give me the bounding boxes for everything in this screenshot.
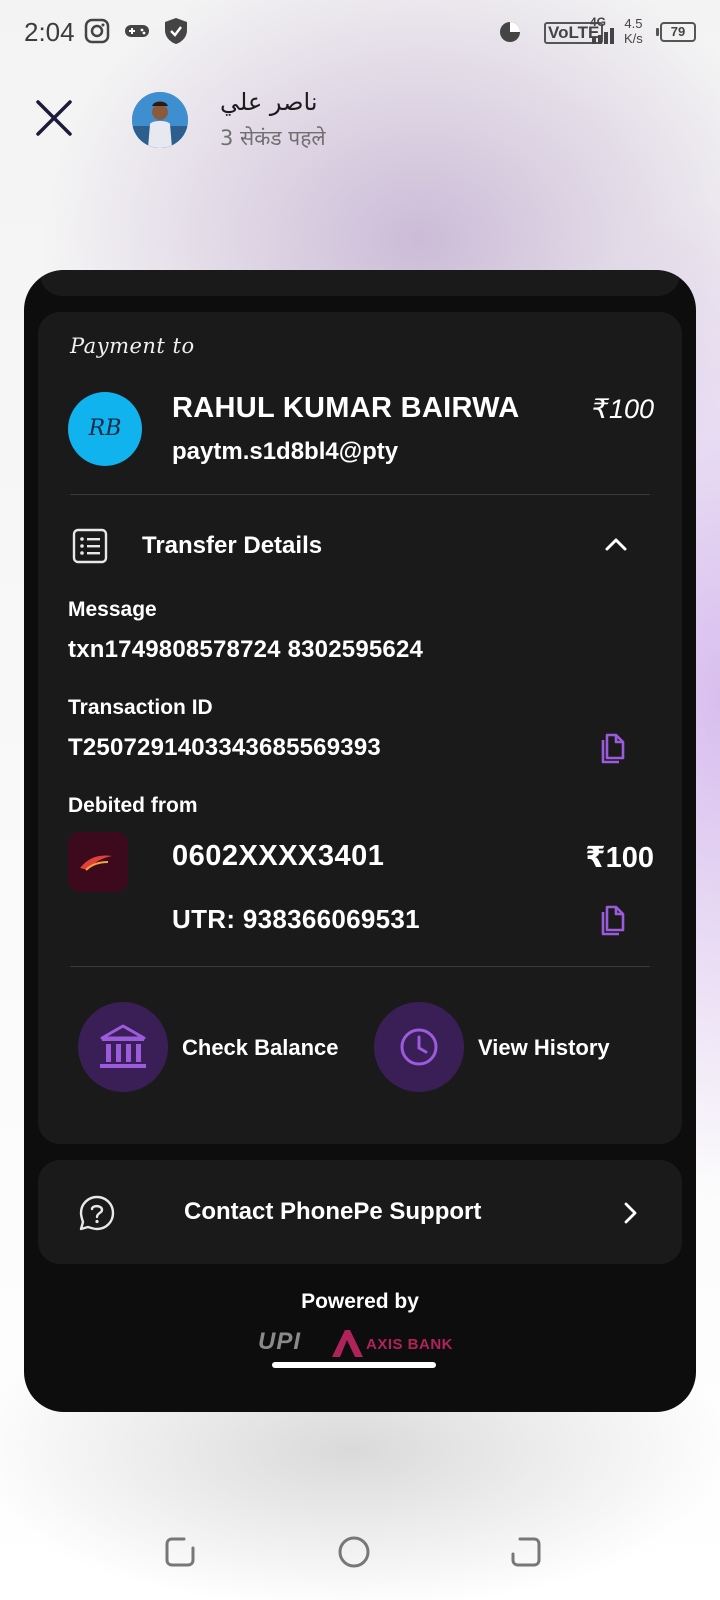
help-icon: [79, 1195, 115, 1231]
contact-support-label: Contact PhonePe Support: [184, 1198, 482, 1225]
card-top-band: [40, 270, 680, 296]
upi-logo: UPI: [258, 1328, 302, 1355]
list-icon: [72, 528, 108, 564]
transaction-id-label: Transaction ID: [68, 696, 213, 719]
divider: [70, 966, 650, 967]
check-balance-label[interactable]: Check Balance: [182, 1035, 339, 1061]
debited-from-label: Debited from: [68, 794, 198, 817]
sender-name: ناصر علي: [220, 88, 318, 116]
back-icon[interactable]: [508, 1534, 544, 1570]
network-generation: 4G: [590, 15, 607, 29]
view-history-button[interactable]: [374, 1002, 464, 1092]
message-value: txn1749808578724 8302595624: [68, 636, 424, 663]
utr-number: UTR: 938366069531: [172, 904, 420, 934]
axis-bank-logo-icon: [332, 1330, 363, 1357]
copy-icon[interactable]: [598, 904, 628, 936]
transaction-id-value: T2507291403343685569393: [68, 734, 381, 761]
payment-to-label: Payment to: [70, 334, 195, 358]
shield-icon: [165, 18, 187, 44]
payee-upi-id: paytm.s1d8bl4@pty: [172, 438, 399, 465]
payment-card: Payment to RB RAHUL KUMAR BAIRWA ₹100 pa…: [24, 270, 696, 1412]
account-number: 0602XXXX3401: [172, 840, 385, 872]
instagram-icon: [84, 18, 110, 44]
payee-name: RAHUL KUMAR BAIRWA: [172, 392, 520, 424]
sender-photo: [132, 92, 188, 148]
sender-avatar: [132, 92, 188, 148]
status-time: 2:04: [24, 17, 75, 47]
payment-panel: Payment to RB RAHUL KUMAR BAIRWA ₹100 pa…: [38, 312, 682, 1144]
status-bar: 2:04 VoLTE 4G 4.5 K/s 79: [0, 0, 720, 64]
bank-logo: [68, 832, 128, 892]
debited-amount: ₹100: [585, 842, 654, 874]
divider: [70, 494, 650, 495]
transfer-details-title[interactable]: Transfer Details: [142, 532, 322, 560]
gamepad-icon: [125, 25, 149, 37]
bank-icon: [100, 1024, 146, 1068]
battery-indicator: 79: [656, 22, 696, 42]
payee-amount: ₹100: [591, 394, 654, 424]
home-icon[interactable]: [336, 1534, 372, 1570]
home-indicator[interactable]: [272, 1362, 436, 1368]
bank-logo-mark: [80, 855, 112, 871]
check-balance-button[interactable]: [78, 1002, 168, 1092]
contact-support-row[interactable]: Contact PhonePe Support: [38, 1160, 682, 1264]
clock-icon: [400, 1028, 438, 1066]
view-history-label[interactable]: View History: [478, 1035, 610, 1061]
payee-avatar: RB: [68, 392, 142, 466]
chevron-right-icon: [624, 1202, 637, 1224]
powered-by-label: Powered by: [301, 1290, 419, 1313]
close-icon[interactable]: [32, 96, 76, 140]
message-label: Message: [68, 598, 157, 621]
network-speed: 4.5 K/s: [624, 16, 643, 46]
axis-bank-logo: AXIS BANK: [366, 1336, 454, 1353]
copy-icon[interactable]: [598, 732, 628, 764]
chevron-up-icon[interactable]: [602, 530, 630, 558]
sender-time: 3 सेकंड पहले: [220, 126, 326, 150]
data-saver-icon: [500, 22, 520, 42]
signal-icon: [592, 28, 614, 44]
recents-icon[interactable]: [162, 1534, 198, 1570]
